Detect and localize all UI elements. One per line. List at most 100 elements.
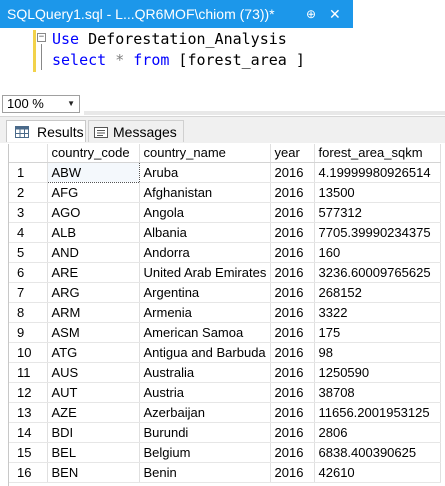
row-number[interactable]: 3 (9, 202, 48, 223)
country-code-cell[interactable]: AUS (47, 362, 140, 383)
forest-area-cell[interactable]: 175 (314, 322, 441, 343)
year-cell[interactable]: 2016 (270, 202, 315, 223)
country-name-cell[interactable]: Belgium (139, 442, 271, 463)
country-name-cell[interactable]: Aruba (139, 162, 271, 183)
row-number[interactable]: 16 (9, 462, 48, 483)
table-row[interactable]: 5 AND Andorra 2016 160 (9, 242, 441, 263)
country-code-cell[interactable]: ARG (47, 282, 140, 303)
tab-messages[interactable]: Messages (88, 120, 184, 142)
column-header-year[interactable]: year (270, 144, 315, 163)
column-header-forest-area-sqkm[interactable]: forest_area_sqkm (314, 144, 441, 163)
forest-area-cell[interactable]: 3236.60009765625 (314, 262, 441, 283)
country-code-cell[interactable]: ABW (46, 161, 140, 183)
forest-area-cell[interactable]: 11656.2001953125 (314, 402, 441, 423)
year-cell[interactable]: 2016 (270, 462, 315, 483)
forest-area-cell[interactable]: 268152 (314, 282, 441, 303)
query-tab[interactable]: SQLQuery1.sql - L...QR6MOF\chiom (73))* … (0, 0, 353, 28)
table-row[interactable]: 15 BEL Belgium 2016 6838.400390625 (9, 442, 441, 463)
year-cell[interactable]: 2016 (270, 182, 315, 203)
country-code-cell[interactable]: ALB (47, 222, 140, 243)
country-name-cell[interactable]: Burundi (139, 422, 271, 443)
year-cell[interactable]: 2016 (270, 242, 315, 263)
tab-results[interactable]: Results (6, 120, 86, 142)
table-row[interactable]: 3 AGO Angola 2016 577312 (9, 202, 441, 223)
table-row[interactable]: 12 AUT Austria 2016 38708 (9, 382, 441, 403)
country-code-cell[interactable]: BEL (47, 442, 140, 463)
country-code-cell[interactable]: BEN (47, 462, 140, 483)
zoom-select[interactable]: 100 % ▼ (2, 95, 80, 113)
table-row[interactable]: 9 ASM American Samoa 2016 175 (9, 322, 441, 343)
table-row[interactable]: 10 ATG Antigua and Barbuda 2016 98 (9, 342, 441, 363)
forest-area-cell[interactable]: 7705.39990234375 (314, 222, 441, 243)
forest-area-cell[interactable]: 2806 (314, 422, 441, 443)
forest-area-cell[interactable]: 577312 (314, 202, 441, 223)
country-name-cell[interactable]: Armenia (139, 302, 271, 323)
close-icon[interactable]: ✕ (329, 0, 341, 28)
forest-area-cell[interactable]: 6838.400390625 (314, 442, 441, 463)
column-header-country-name[interactable]: country_name (139, 144, 271, 163)
country-code-cell[interactable]: ARM (47, 302, 140, 323)
country-code-cell[interactable]: AUT (47, 382, 140, 403)
row-number[interactable]: 8 (9, 302, 48, 323)
row-number[interactable]: 11 (9, 362, 48, 383)
forest-area-cell[interactable]: 3322 (314, 302, 441, 323)
row-number[interactable]: 4 (9, 222, 48, 243)
country-name-cell[interactable]: Austria (139, 382, 271, 403)
country-code-cell[interactable]: AND (47, 242, 140, 263)
year-cell[interactable]: 2016 (270, 362, 315, 383)
row-number[interactable]: 9 (9, 322, 48, 343)
row-number[interactable]: 15 (9, 442, 48, 463)
row-number[interactable]: 6 (9, 262, 48, 283)
year-cell[interactable]: 2016 (270, 282, 315, 303)
year-cell[interactable]: 2016 (270, 322, 315, 343)
year-cell[interactable]: 2016 (270, 222, 315, 243)
horizontal-scrollbar[interactable] (84, 111, 445, 115)
forest-area-cell[interactable]: 4.19999980926514 (314, 162, 441, 183)
country-name-cell[interactable]: Antigua and Barbuda (139, 342, 271, 363)
pin-icon[interactable]: ⊕ (306, 0, 316, 28)
row-number[interactable]: 5 (9, 242, 48, 263)
country-name-cell[interactable]: Afghanistan (139, 182, 271, 203)
row-number[interactable]: 2 (9, 182, 48, 203)
country-code-cell[interactable]: AFG (47, 182, 140, 203)
year-cell[interactable]: 2016 (270, 442, 315, 463)
table-row[interactable]: 4 ALB Albania 2016 7705.39990234375 (9, 222, 441, 243)
country-code-cell[interactable]: ARE (47, 262, 140, 283)
table-row[interactable]: 6 ARE United Arab Emirates 2016 3236.6000976… (9, 262, 441, 283)
year-cell[interactable]: 2016 (270, 162, 315, 183)
country-name-cell[interactable]: Andorra (139, 242, 271, 263)
code-line-1[interactable]: Use Deforestation_Analysis (52, 29, 287, 49)
table-row[interactable]: 2 AFG Afghanistan 2016 13500 (9, 182, 441, 203)
forest-area-cell[interactable]: 13500 (314, 182, 441, 203)
forest-area-cell[interactable]: 98 (314, 342, 441, 363)
table-row[interactable]: 1 ABW Aruba 2016 4.19999980926514 (9, 161, 441, 183)
country-name-cell[interactable]: Angola (139, 202, 271, 223)
country-code-cell[interactable]: ASM (47, 322, 140, 343)
forest-area-cell[interactable]: 1250590 (314, 362, 441, 383)
country-name-cell[interactable]: Albania (139, 222, 271, 243)
forest-area-cell[interactable]: 160 (314, 242, 441, 263)
country-code-cell[interactable]: AZE (47, 402, 140, 423)
row-number[interactable]: 7 (9, 282, 48, 303)
country-name-cell[interactable]: Benin (139, 462, 271, 483)
country-name-cell[interactable]: Azerbaijan (139, 402, 271, 423)
country-name-cell[interactable]: Australia (139, 362, 271, 383)
forest-area-cell[interactable]: 38708 (314, 382, 441, 403)
row-number[interactable]: 14 (9, 422, 48, 443)
row-number[interactable]: 10 (9, 342, 48, 363)
collapse-icon[interactable]: − (37, 33, 46, 42)
country-code-cell[interactable]: AGO (47, 202, 140, 223)
country-code-cell[interactable]: BDI (47, 422, 140, 443)
results-grid[interactable]: country_code country_name year forest_area_… (8, 144, 445, 486)
row-number[interactable]: 1 (9, 162, 48, 183)
column-header-country-code[interactable]: country_code (47, 144, 140, 163)
year-cell[interactable]: 2016 (270, 302, 315, 323)
country-name-cell[interactable]: American Samoa (139, 322, 271, 343)
row-number[interactable]: 13 (9, 402, 48, 423)
table-row[interactable]: 16 BEN Benin 2016 42610 (9, 462, 441, 483)
year-cell[interactable]: 2016 (270, 342, 315, 363)
year-cell[interactable]: 2016 (270, 262, 315, 283)
year-cell[interactable]: 2016 (270, 382, 315, 403)
year-cell[interactable]: 2016 (270, 402, 315, 423)
row-number[interactable]: 12 (9, 382, 48, 403)
